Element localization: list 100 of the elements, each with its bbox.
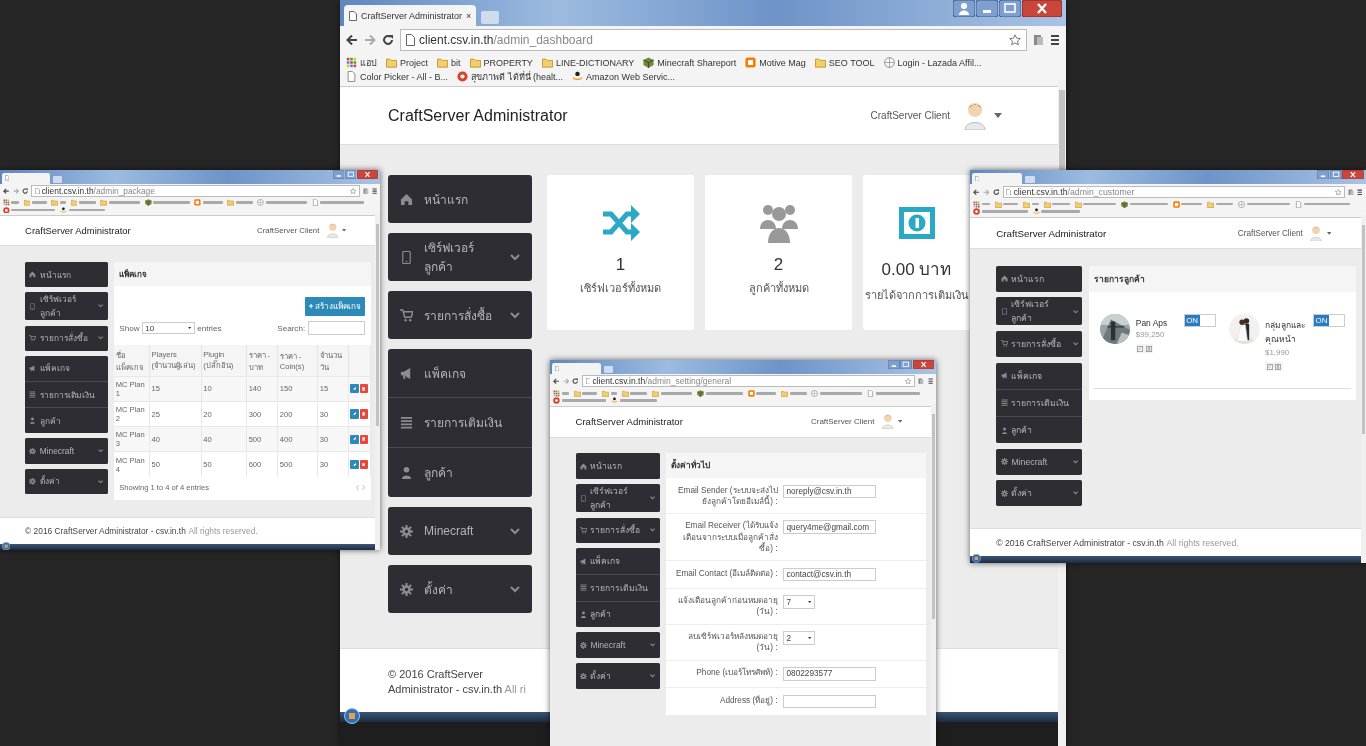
bookmark[interactable]: SEO TOOL <box>814 56 875 69</box>
menu-item[interactable]: รายการสั่งซื้อ <box>996 330 1083 358</box>
rights-text: All ri <box>504 682 526 695</box>
column-header[interactable]: ชื่อแพ็คเกจ <box>114 345 150 377</box>
bookmark[interactable]: bit <box>437 56 461 69</box>
input-field[interactable]: query4me@gmail.com <box>782 520 876 535</box>
site-title[interactable]: CraftServer Administrator <box>25 225 257 237</box>
address-field[interactable]: client.csv.in.th/admin_package <box>31 185 360 197</box>
menu-item[interactable]: แพ็คเกจ <box>388 349 532 397</box>
address-field[interactable]: client.csv.in.th/admin_setting/general <box>581 375 916 388</box>
table-cell: 140 <box>246 376 278 402</box>
site-title[interactable]: CraftServer Administrator <box>575 416 812 428</box>
toggle-switch[interactable]: ON <box>1312 313 1346 327</box>
menu-item[interactable]: แพ็คเกจ <box>25 355 108 381</box>
table-cell: 150 <box>277 376 318 402</box>
table-cell: MC Plan 1 <box>114 376 150 402</box>
column-header[interactable]: จำนวนวัน <box>317 345 349 377</box>
url-text: client.csv.in.th/admin_setting/general <box>592 376 732 387</box>
menu-item[interactable]: รายการสั่งซื้อ <box>388 291 532 339</box>
field-label: Email Receiver (ได้รับแจ้งเตือนจากระบบเมื่อลูกค้าสั่งซื้อ) : <box>681 520 778 554</box>
table-cell: MC Plan 4 <box>114 451 150 477</box>
menu-item[interactable]: Minecraft <box>25 438 108 464</box>
bookmark[interactable]: Color Picker - All - B... <box>346 70 449 83</box>
entries-label: entries <box>197 323 222 333</box>
bookmark[interactable]: Login - Lazada Affil... <box>883 56 982 69</box>
menu-item[interactable]: หน้าแรก <box>388 175 532 223</box>
table-cell: 50 <box>201 451 247 477</box>
input-field[interactable]: 0802293577 <box>782 667 876 681</box>
address-field[interactable]: client.csv.in.th/admin_dashboard <box>400 29 1027 51</box>
bookmark[interactable]: PROPERTY <box>469 56 533 69</box>
url-text: client.csv.in.th/admin_dashboard <box>419 33 593 47</box>
search-label: Search: <box>277 323 306 333</box>
page-size-select[interactable]: 10 <box>142 321 195 335</box>
column-header[interactable]: Players (จำนวนผู้เล่น) <box>149 345 202 377</box>
table-cell: 50 <box>149 451 202 477</box>
site-title[interactable]: CraftServer Administrator <box>996 227 1238 239</box>
field-label: แจ้งเตือนลูกค้าก่อนหมดอายุ (วัน) : <box>676 595 778 618</box>
menu-item[interactable]: หน้าแรก <box>25 261 108 288</box>
menu-item[interactable]: เซิร์ฟเวอร์ลูกค้า <box>25 292 108 321</box>
menu-item[interactable]: เซิร์ฟเวอร์ลูกค้า <box>575 484 660 513</box>
menu-item[interactable]: รายการสั่งซื้อ <box>25 325 108 351</box>
bookmark[interactable]: Project <box>386 56 428 69</box>
menu-item[interactable]: รายการเติมเงิน <box>996 388 1083 416</box>
select-field[interactable]: 2 <box>782 631 815 645</box>
menu-item[interactable]: ลูกค้า <box>25 407 108 434</box>
column-header[interactable]: ราคา - บาท <box>246 345 278 377</box>
add-button[interactable]: สร้างแพ็คเกจ <box>304 296 366 317</box>
table-info: Showing 1 to 4 of 4 entries <box>119 482 209 492</box>
bookmark[interactable]: แอป <box>346 56 377 69</box>
bookmark[interactable]: Motive Mag <box>745 56 806 69</box>
copyright-text: © 2016 CraftServer Administrator - csv.in.th <box>25 525 186 536</box>
stat-value: 2 <box>773 255 784 275</box>
menu-item[interactable]: ลูกค้า <box>575 600 660 628</box>
bookmark[interactable]: Amazon Web Servic... <box>572 70 675 83</box>
menu-item[interactable]: รายการเติมเงิน <box>388 397 532 447</box>
customer-name[interactable]: Pan Aps <box>1135 318 1168 328</box>
input-field[interactable]: noreply@csv.in.th <box>782 484 876 499</box>
user-name[interactable]: CraftServer Client <box>870 110 950 121</box>
table-cell: 500 <box>246 426 278 452</box>
menu-item[interactable]: ลูกค้า <box>996 415 1083 444</box>
menu-item[interactable]: Minecraft <box>575 632 660 658</box>
menu-item[interactable]: แพ็คเกจ <box>575 548 660 574</box>
input-field[interactable]: contact@csv.in.th <box>782 567 876 582</box>
bookmark[interactable]: LINE-DICTIONARY <box>541 56 635 69</box>
select-field[interactable]: 7 <box>782 595 815 609</box>
toggle-switch[interactable]: ON <box>1183 313 1216 327</box>
table-cell: 400 <box>277 426 318 452</box>
field-label: Email Sender (ระบบจะส่งไปยังลูกค้าโดยอีเมล์นี้) : <box>677 484 778 507</box>
bookmark[interactable]: Minecraft Shareport <box>643 56 737 69</box>
menu-item[interactable]: แพ็คเกจ <box>996 362 1083 389</box>
site-title[interactable]: CraftServer Administrator <box>388 106 871 125</box>
menu-item[interactable]: ตั้งค่า <box>996 480 1083 507</box>
menu-item[interactable]: ลูกค้า <box>388 447 532 497</box>
column-header[interactable]: Plugin (ปลั๊กอิน) <box>201 345 247 377</box>
menu-item[interactable]: หน้าแรก <box>996 265 1083 292</box>
table-cell: 10 <box>201 376 247 402</box>
menu-item[interactable]: ตั้งค่า <box>25 468 108 494</box>
menu-item[interactable]: Minecraft <box>996 448 1083 475</box>
bookmark[interactable]: สุขภาพดี ได้ที่นี่ (healt... <box>457 70 564 83</box>
browser-tab[interactable]: CraftServer Administrator × <box>344 5 477 26</box>
menu-item[interactable]: รายการเติมเงิน <box>575 573 660 601</box>
menu-item[interactable]: หน้าแรก <box>575 453 660 479</box>
column-header[interactable]: ราคา - Coin(s) <box>277 345 318 377</box>
menu-item[interactable]: เซิร์ฟเวอร์ลูกค้า <box>996 297 1083 326</box>
stat-value: 0.00 บาท <box>881 259 952 281</box>
stat-label: เซิร์ฟเวอร์ทั้งหมด <box>580 280 661 296</box>
url-text: client.csv.in.th/admin_package <box>41 185 155 196</box>
field-label: Email Contact (อีเมล์ติดต่อ) : <box>674 567 778 579</box>
menu-item[interactable]: รายการเติมเงิน <box>25 380 108 408</box>
menu-item[interactable]: ตั้งค่า <box>575 663 660 689</box>
table-cell: 500 <box>277 451 318 477</box>
address-field[interactable]: client.csv.in.th/admin_customer <box>1002 185 1345 198</box>
tab-close[interactable]: × <box>466 10 472 21</box>
stat-label: ลูกค้าทั้งหมด <box>748 280 809 297</box>
menu-item[interactable]: เซิร์ฟเวอร์ลูกค้า <box>388 233 532 281</box>
menu-item[interactable]: รายการสั่งซื้อ <box>575 517 660 544</box>
menu-item[interactable]: Minecraft <box>388 507 532 555</box>
menu-item[interactable]: ตั้งค่า <box>388 565 532 613</box>
table-cell: 40 <box>149 426 202 452</box>
customer-name[interactable]: กลุ่มลูกและคุณหน้า <box>1265 318 1308 346</box>
